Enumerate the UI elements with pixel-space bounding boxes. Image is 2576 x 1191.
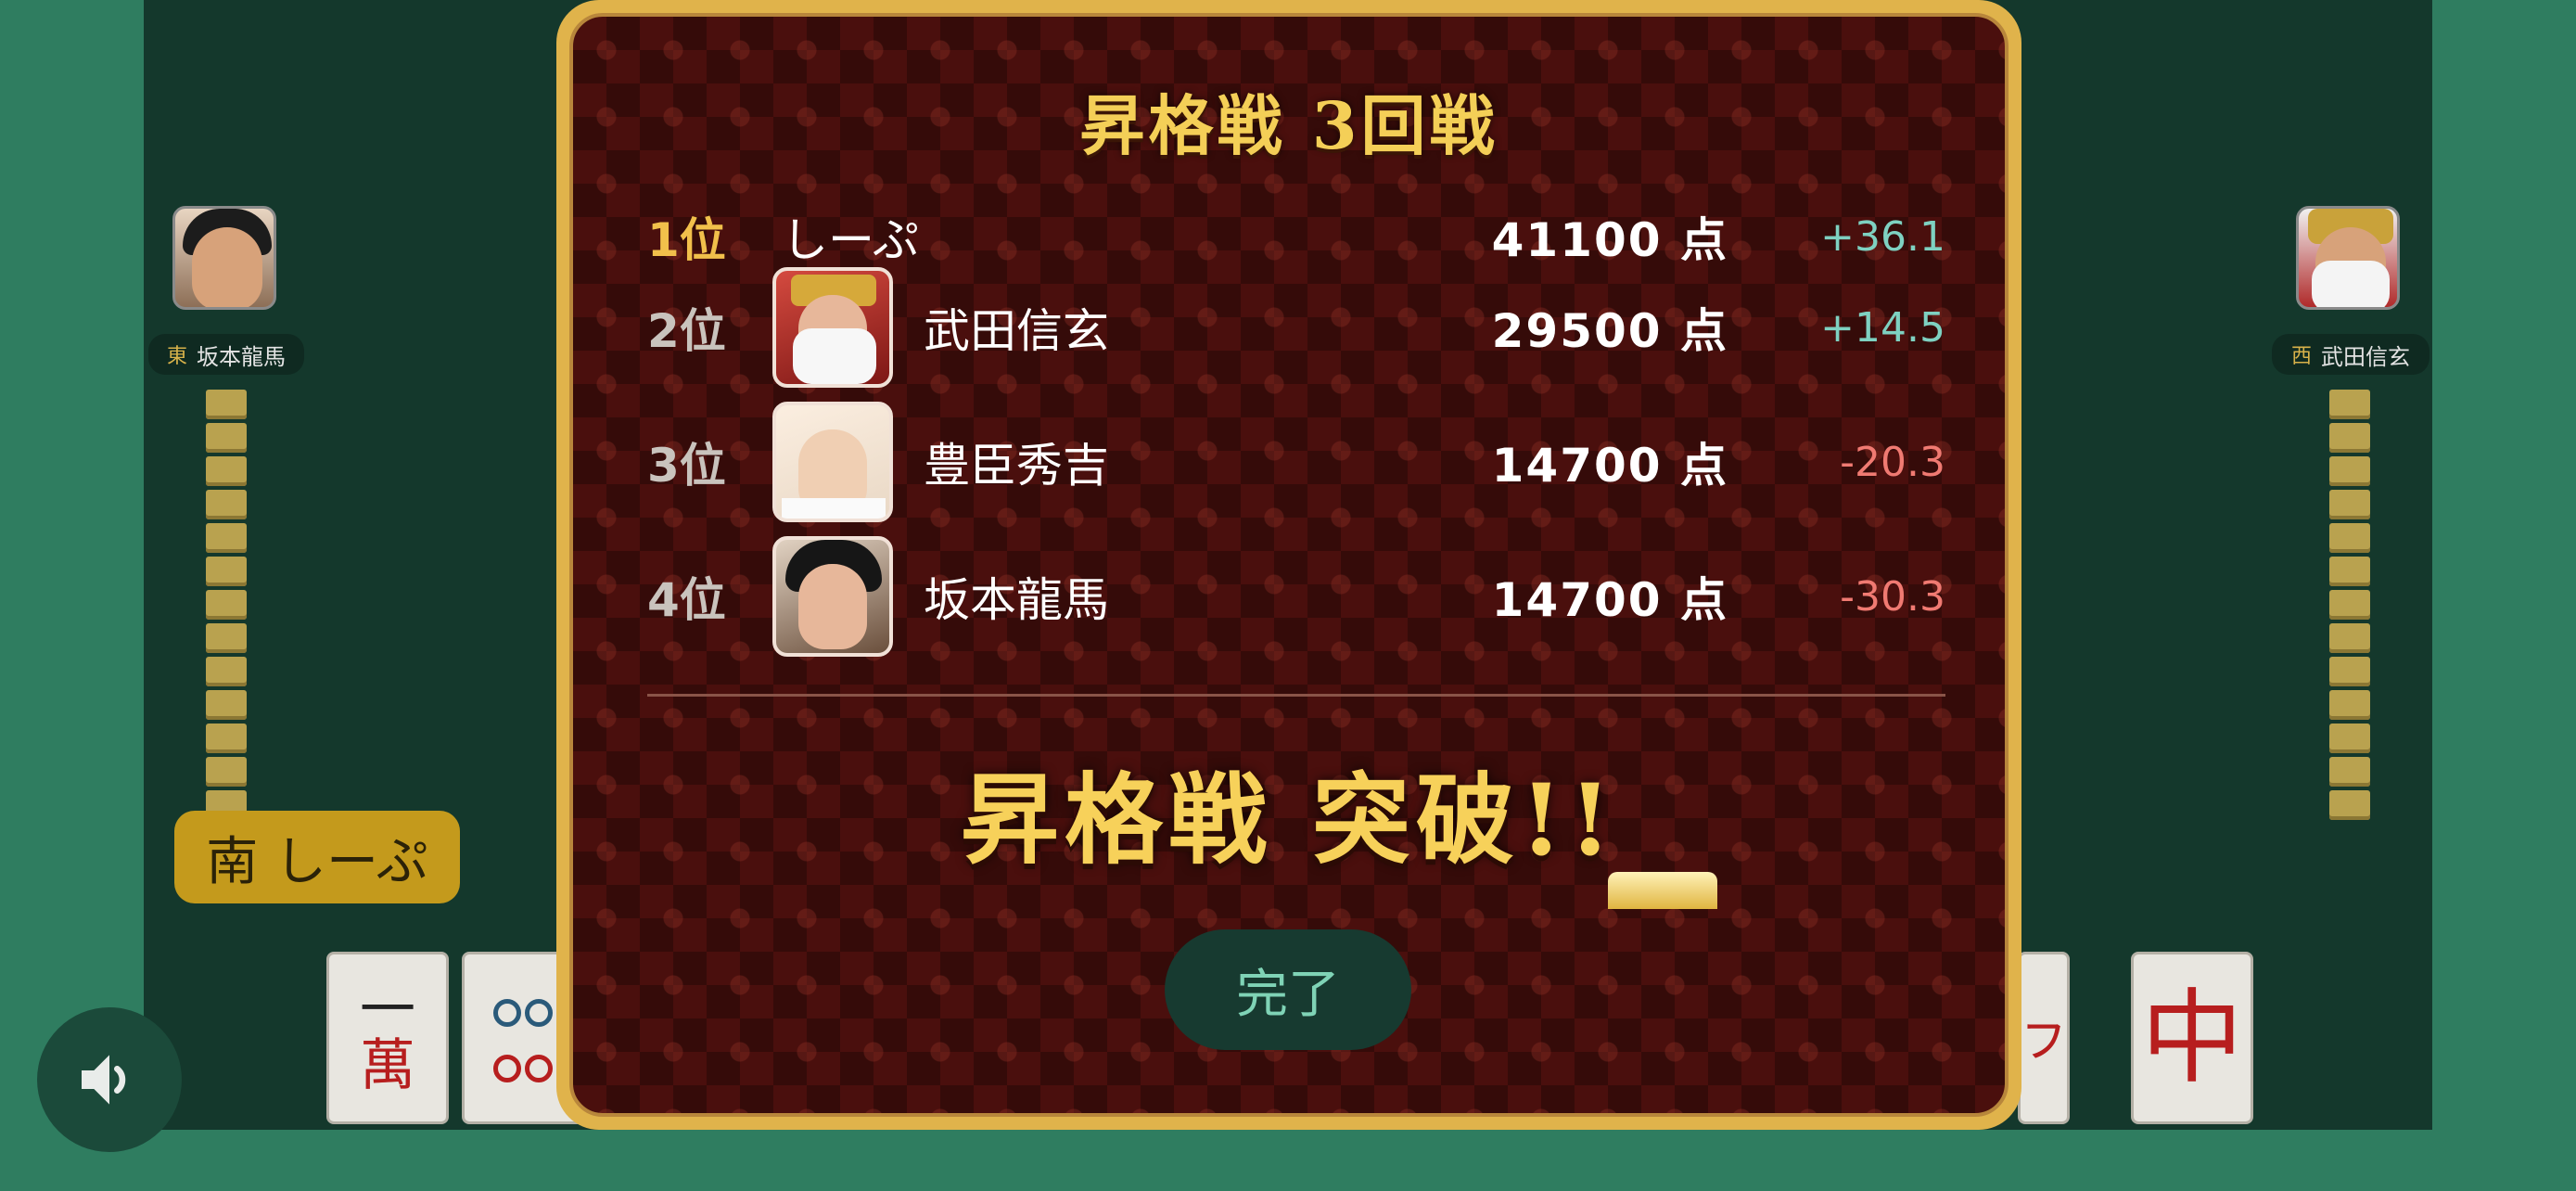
- tile-back: [206, 456, 247, 486]
- sound-toggle-button[interactable]: [37, 1007, 182, 1152]
- tile-back: [2329, 557, 2370, 586]
- player-score: 14700 点: [1491, 439, 1728, 493]
- result-dialog-panel: 昇格戦 3回戦 1位 しーぷ 41100 点 +36.1 2位 武田信玄 295…: [569, 13, 2009, 1117]
- east-player-avatar[interactable]: [172, 206, 276, 310]
- dialog-title: 昇格戦 3回戦: [1079, 87, 1498, 164]
- player-avatar: [772, 536, 893, 657]
- score-delta: -20.3: [1840, 438, 1945, 486]
- tile-character: ㇷ: [2016, 1005, 2072, 1070]
- tile-back: [2329, 690, 2370, 720]
- west-player-nameplate: 西 武田信玄: [2272, 334, 2429, 375]
- tile-back: [206, 590, 247, 620]
- player-avatar: [772, 402, 893, 522]
- hand-tile-1-man[interactable]: 一 萬: [326, 952, 449, 1124]
- ranking-row: 2位 武田信玄 29500 点 +14.5: [647, 267, 1945, 388]
- tile-back: [206, 490, 247, 519]
- rank-label: 4位: [647, 573, 726, 627]
- player-name: 坂本龍馬: [924, 573, 1109, 627]
- west-player-avatar[interactable]: [2296, 206, 2400, 310]
- dot-icon: [493, 1055, 521, 1082]
- score-delta: +14.5: [1820, 303, 1945, 352]
- tile-back: [2329, 623, 2370, 653]
- done-button[interactable]: 完了: [1165, 929, 1411, 1050]
- east-player-name: 坂本龍馬: [197, 343, 286, 370]
- tile-back: [206, 557, 247, 586]
- tile-back: [2329, 423, 2370, 453]
- west-player-name: 武田信玄: [2321, 343, 2410, 370]
- tile-back: [2329, 757, 2370, 787]
- dot-icon: [493, 999, 521, 1027]
- ranking-row: 3位 豊臣秀吉 14700 点 -20.3: [647, 402, 1945, 522]
- avatar-robe: [782, 498, 886, 519]
- avatar-beard: [2312, 261, 2390, 307]
- player-name: 武田信玄: [924, 304, 1109, 358]
- avatar-beard: [793, 328, 876, 384]
- tile-back: [206, 390, 247, 419]
- west-wind-indicator: 西: [2290, 345, 2312, 368]
- avatar-face: [192, 227, 262, 307]
- tile-back: [2329, 456, 2370, 486]
- rank-label: 3位: [647, 439, 726, 493]
- dot-icon: [525, 1055, 553, 1082]
- tile-back: [206, 724, 247, 753]
- tile-back: [2329, 590, 2370, 620]
- self-seat-label: 南 しーぷ: [174, 811, 460, 903]
- tile-character: 萬: [360, 1033, 415, 1098]
- tile-back: [206, 757, 247, 787]
- hand-tile-partial[interactable]: ㇷ: [2016, 952, 2072, 1124]
- hand-tile-red-dragon[interactable]: 中: [2131, 952, 2253, 1124]
- dot-icon: [525, 999, 553, 1027]
- tile-back: [2329, 724, 2370, 753]
- tile-character: 一: [360, 978, 415, 1043]
- score-delta: -30.3: [1840, 572, 1945, 621]
- tile-back: [206, 690, 247, 720]
- tile-back: [2329, 657, 2370, 686]
- avatar-face: [798, 564, 867, 649]
- pin-dots: [477, 982, 569, 1094]
- player-score: 29500 点: [1491, 304, 1728, 358]
- tile-back: [206, 657, 247, 686]
- east-player-nameplate: 東 坂本龍馬: [148, 334, 304, 375]
- gold-bar-decoration: [1608, 872, 1717, 909]
- tile-back: [2329, 790, 2370, 820]
- player-score: 14700 点: [1491, 573, 1728, 627]
- east-wind-indicator: 東: [166, 345, 187, 368]
- tile-back: [206, 423, 247, 453]
- speaker-icon: [82, 1055, 126, 1105]
- tile-character: 中: [2141, 979, 2243, 1097]
- result-dialog: 昇格戦 3回戦 1位 しーぷ 41100 点 +36.1 2位 武田信玄 295…: [556, 0, 2021, 1130]
- east-player-hidden-tiles: [206, 390, 247, 820]
- tile-back: [2329, 523, 2370, 553]
- tile-back: [206, 623, 247, 653]
- tile-back: [2329, 490, 2370, 519]
- player-avatar: [772, 267, 893, 388]
- player-name: 豊臣秀吉: [924, 439, 1109, 493]
- west-player-hidden-tiles: [2329, 390, 2370, 820]
- promotion-result-banner: 昇格戦 突破!!: [961, 762, 1617, 877]
- tile-back: [2329, 390, 2370, 419]
- divider: [647, 694, 1945, 697]
- ranking-row: 4位 坂本龍馬 14700 点 -30.3: [647, 536, 1945, 657]
- tile-back: [206, 523, 247, 553]
- rank-label: 2位: [647, 304, 726, 358]
